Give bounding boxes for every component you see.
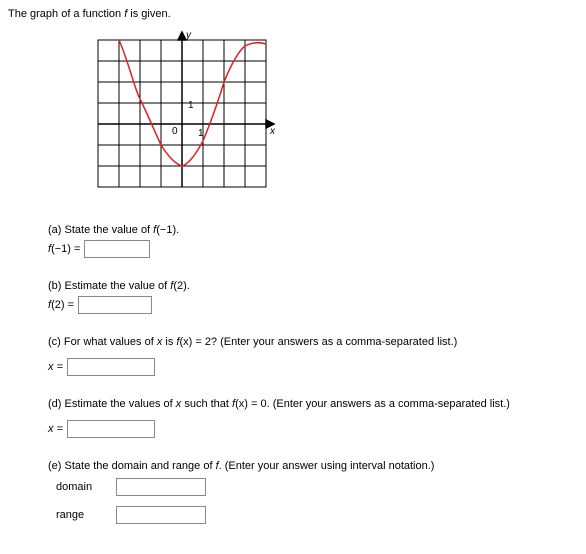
part-c-hint: (Enter your answers as a comma-separated… bbox=[220, 336, 457, 348]
part-b: (b) Estimate the value of f(2). f(2) = bbox=[48, 280, 578, 314]
part-c-eq: = 2? bbox=[192, 336, 220, 348]
intro-prefix: The graph of a function bbox=[8, 8, 124, 20]
part-d-lhs: x = bbox=[48, 423, 63, 435]
part-d-pre: (d) Estimate the values of bbox=[48, 398, 176, 410]
intro-suffix: is given. bbox=[127, 8, 170, 20]
range-input[interactable] bbox=[116, 506, 206, 524]
graph-container: y x 0 1 1 bbox=[88, 30, 578, 200]
function-graph: y x 0 1 1 bbox=[88, 30, 278, 200]
part-d: (d) Estimate the values of x such that f… bbox=[48, 398, 578, 438]
part-c-input[interactable] bbox=[67, 358, 155, 376]
part-c: (c) For what values of x is f(x) = 2? (E… bbox=[48, 336, 578, 376]
intro-text: The graph of a function f is given. bbox=[8, 8, 578, 20]
part-c-fx: (x) bbox=[179, 336, 192, 348]
part-b-label: (b) Estimate the value of bbox=[48, 280, 170, 292]
part-a-lhs: (−1) = bbox=[51, 243, 80, 255]
x-axis-label: x bbox=[269, 126, 276, 137]
domain-label: domain bbox=[56, 481, 104, 493]
part-a: (a) State the value of f(−1). f(−1) = bbox=[48, 224, 578, 258]
y-axis-label: y bbox=[185, 30, 192, 41]
part-d-input[interactable] bbox=[67, 420, 155, 438]
part-c-lhs: x = bbox=[48, 361, 63, 373]
part-a-label: (a) State the value of bbox=[48, 224, 153, 236]
part-e: (e) State the domain and range of f. (En… bbox=[48, 460, 578, 524]
part-a-expr: (−1). bbox=[156, 224, 179, 236]
x-tick-1: 1 bbox=[198, 128, 204, 139]
part-e-pre: (e) State the domain and range of bbox=[48, 460, 216, 472]
part-b-input[interactable] bbox=[78, 296, 152, 314]
part-d-hint: (Enter your answers as a comma-separated… bbox=[273, 398, 510, 410]
part-b-expr: (2). bbox=[173, 280, 190, 292]
part-a-input[interactable] bbox=[84, 240, 150, 258]
part-d-eq: = 0. bbox=[248, 398, 273, 410]
part-c-pre: (c) For what values of bbox=[48, 336, 157, 348]
y-tick-1: 1 bbox=[188, 100, 194, 111]
origin-label: 0 bbox=[172, 126, 178, 137]
domain-input[interactable] bbox=[116, 478, 206, 496]
range-label: range bbox=[56, 509, 104, 521]
part-d-fx: (x) bbox=[235, 398, 248, 410]
part-b-lhs: (2) = bbox=[51, 299, 74, 311]
part-d-mid: such that bbox=[181, 398, 232, 410]
part-e-post: . (Enter your answer using interval nota… bbox=[219, 460, 435, 472]
part-c-mid: is bbox=[162, 336, 176, 348]
